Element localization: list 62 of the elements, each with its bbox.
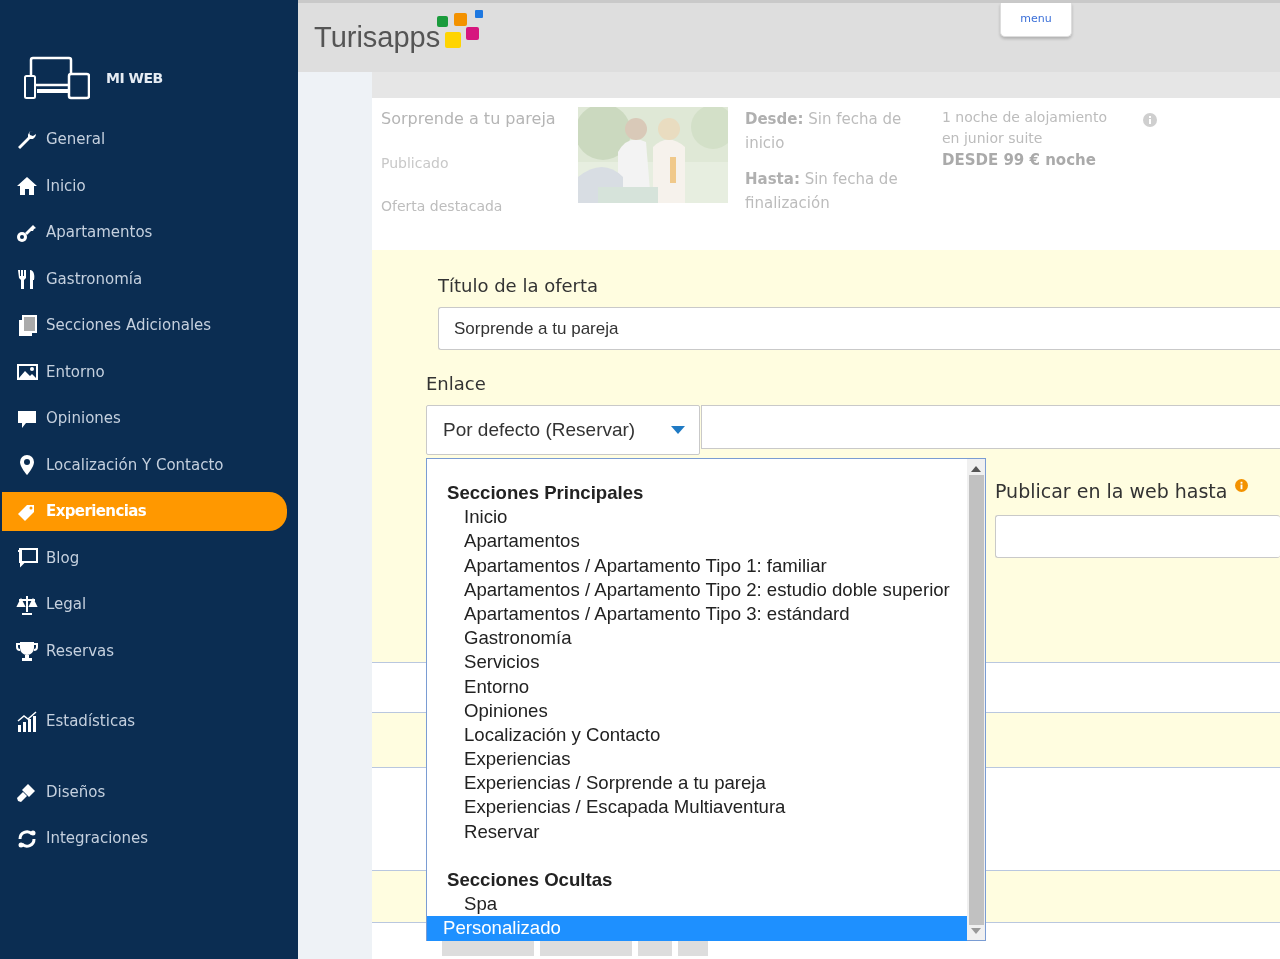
brand-name: Turisapps — [314, 19, 441, 55]
scroll-up-icon[interactable] — [971, 465, 981, 473]
sidebar-item[interactable]: General — [2, 120, 287, 159]
group-header: Secciones Principales — [446, 481, 645, 505]
link-select[interactable]: Por defecto (Reservar) — [426, 405, 700, 455]
featured-text: Oferta destacada — [381, 197, 503, 216]
sidebar-item[interactable]: Reservas — [2, 631, 287, 671]
sidebar-item[interactable]: Estadísticas — [2, 702, 287, 741]
offer-title: Sorprende a tu pareja — [381, 108, 556, 130]
field-label: Publicar en la web hasta — [995, 479, 1228, 504]
paintbrush-icon — [16, 781, 38, 803]
dropdown-option[interactable]: Gastronomía — [427, 626, 967, 651]
price-text: DESDE 99 € noche — [942, 150, 1097, 171]
trophy-icon — [16, 640, 38, 662]
group-header: Secciones Ocultas — [446, 868, 614, 892]
chat-board-icon — [16, 547, 38, 569]
date-field[interactable] — [995, 514, 1280, 558]
sidebar-item[interactable]: Opiniones — [2, 399, 287, 438]
dropdown-option[interactable]: Apartamentos — [427, 529, 967, 554]
field-label: Enlace — [426, 372, 486, 396]
scroll-down-icon[interactable] — [971, 927, 981, 935]
date-range-text: Desde: Sin fecha de inicio — [745, 109, 903, 154]
devices-icon — [24, 56, 90, 100]
bar-chart-icon — [16, 710, 38, 733]
dropdown-option[interactable]: Inicio — [427, 505, 967, 530]
link-field[interactable] — [701, 405, 1280, 449]
dropdown-option[interactable]: Spa — [427, 892, 967, 917]
sidebar-item[interactable]: Diseños — [2, 772, 287, 812]
scrollbar-thumb[interactable] — [968, 475, 984, 925]
sidebar-title: MI WEB — [106, 68, 163, 88]
sidebar-item[interactable]: Entorno — [2, 352, 287, 392]
info-icon — [1143, 112, 1157, 127]
dropdown-option[interactable]: Localización y Contacto — [427, 722, 967, 748]
sync-icon — [16, 827, 38, 850]
sidebar-item[interactable]: Apartamentos — [2, 213, 287, 252]
dropdown-option[interactable]: Opiniones — [427, 698, 967, 723]
sidebar-item[interactable]: Gastronomía — [2, 259, 287, 299]
title-field[interactable]: Sorprende a tu pareja — [438, 307, 1280, 350]
field-label: Título de la oferta — [438, 274, 599, 298]
documents-icon — [16, 314, 38, 337]
menu-button[interactable]: menu — [1000, 3, 1072, 37]
dropdown-option[interactable]: Servicios — [427, 650, 967, 675]
dropdown-option[interactable]: Experiencias / Escapada Multiaventura — [427, 795, 967, 820]
dropdown-option[interactable]: Apartamentos / Apartamento Tipo 3: estándard — [427, 601, 967, 627]
sidebar-item[interactable]: Blog — [2, 538, 287, 578]
description-text: 1 noche de alojamiento en junior suite — [942, 108, 1108, 148]
home-icon — [16, 175, 38, 197]
sidebar-item[interactable]: Legal — [2, 585, 287, 624]
dropdown-option[interactable]: Apartamentos / Apartamento Tipo 2: estudio doble superior — [427, 577, 967, 602]
sidebar-item[interactable]: Integraciones — [2, 819, 287, 858]
sidebar-item[interactable]: Inicio — [2, 166, 287, 206]
dropdown-option[interactable]: Reservar — [427, 819, 967, 844]
dropdown-option[interactable]: Apartamentos / Apartamento Tipo 1: familiar — [427, 553, 967, 578]
info-icon — [1235, 479, 1249, 492]
date-range-text: Hasta: Sin fecha de finalización — [745, 169, 899, 214]
sidebar-item[interactable]: Localización Y Contacto — [2, 445, 287, 485]
sidebar-item[interactable]: Secciones Adicionales — [2, 306, 287, 345]
image-icon — [16, 361, 38, 383]
caret-icon — [671, 426, 685, 434]
dropdown-option[interactable]: Experiencias / Sorprende a tu pareja — [427, 771, 967, 796]
scales-icon — [16, 593, 38, 616]
dropdown-option[interactable]: Experiencias — [427, 747, 967, 772]
